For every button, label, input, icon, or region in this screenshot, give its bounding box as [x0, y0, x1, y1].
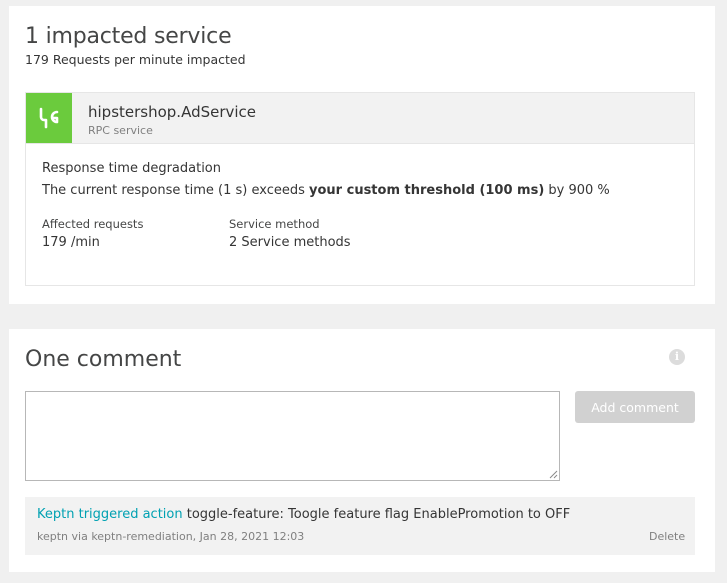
impacted-subtitle: 179 Requests per minute impacted	[25, 52, 246, 67]
impacted-title: 1 impacted service	[25, 24, 232, 49]
service-method-label: Service method	[229, 217, 320, 231]
service-glyph-icon	[39, 107, 59, 129]
service-icon[interactable]	[26, 93, 72, 143]
service-name[interactable]: hipstershop.AdService	[88, 103, 256, 121]
impacted-services-card: 1 impacted service 179 Requests per minu…	[9, 6, 715, 304]
comment-body: toggle-feature: Toogle feature flag Enab…	[182, 507, 571, 522]
affected-requests-value: 179 /min	[42, 235, 100, 250]
affected-requests-label: Affected requests	[42, 217, 144, 231]
detail-suffix: by 900 %	[544, 183, 610, 198]
service-method-value[interactable]: 2 Service methods	[229, 235, 351, 250]
service-box: hipstershop.AdService RPC service Respon…	[25, 92, 695, 286]
comment-meta: keptn via keptn-remediation, Jan 28, 202…	[37, 530, 305, 543]
degradation-title: Response time degradation	[42, 161, 222, 176]
delete-comment-link[interactable]: Delete	[649, 530, 685, 543]
comment-item: Keptn triggered action toggle-feature: T…	[25, 497, 695, 555]
info-icon[interactable]: i	[669, 349, 685, 365]
detail-prefix: The current response time (1 s) exceeds	[42, 183, 310, 198]
detail-threshold: your custom threshold (100 ms)	[309, 183, 545, 198]
service-type: RPC service	[88, 124, 153, 137]
comments-title: One comment	[25, 347, 182, 372]
add-comment-button[interactable]: Add comment	[575, 391, 695, 423]
comments-card: One comment i Add comment Keptn triggere…	[9, 329, 715, 572]
resize-grip-icon[interactable]	[548, 469, 558, 479]
comment-action-link[interactable]: Keptn triggered action	[37, 507, 183, 522]
degradation-detail: The current response time (1 s) exceeds …	[42, 183, 610, 198]
comment-input[interactable]	[25, 391, 560, 481]
comment-text: Keptn triggered action toggle-feature: T…	[37, 507, 570, 522]
service-header[interactable]: hipstershop.AdService RPC service	[26, 93, 694, 144]
